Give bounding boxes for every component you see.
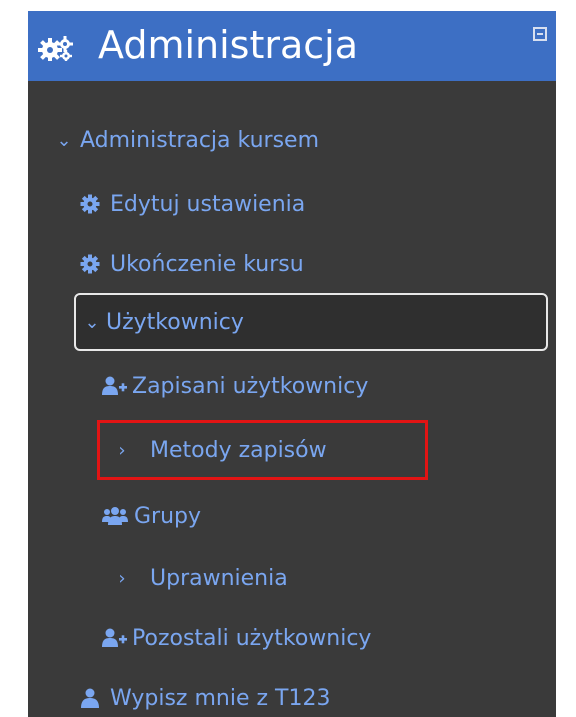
chevron-down-icon: ⌄: [56, 129, 72, 151]
gear-icon: [80, 194, 100, 214]
gear-icon: [80, 254, 100, 274]
nav-course-completion-label: Ukończenie kursu: [110, 251, 304, 277]
users-icon: [102, 507, 128, 525]
nav-edit-settings-label: Edytuj ustawienia: [110, 191, 306, 217]
nav-course-completion[interactable]: Ukończenie kursu: [80, 249, 304, 279]
user-plus-icon: [102, 628, 127, 647]
nav-enrolment-methods-label: Metody zapisów: [150, 437, 327, 463]
block-header: Administracja: [28, 11, 556, 81]
chevron-down-icon: ⌄: [84, 311, 100, 333]
nav-enrolled-users[interactable]: Zapisani użytkownicy: [102, 371, 368, 401]
administration-block: Administracja ⌄ Administracja kursem Edy…: [28, 11, 556, 717]
chevron-right-icon: ›: [118, 439, 126, 461]
nav-other-users-label: Pozostali użytkownicy: [132, 625, 372, 651]
nav-users[interactable]: ⌄ Użytkownicy: [82, 307, 244, 337]
nav-enrolment-methods[interactable]: › Metody zapisów: [112, 435, 327, 465]
nav-other-users[interactable]: Pozostali użytkownicy: [102, 623, 371, 653]
collapse-icon[interactable]: [533, 27, 547, 41]
gears-icon: [38, 36, 73, 61]
chevron-right-icon: ›: [118, 567, 126, 589]
nav-unenrol-label: Wypisz mnie z T123: [110, 685, 331, 711]
nav-course-administration-label: Administracja kursem: [80, 127, 320, 153]
nav-groups[interactable]: Grupy: [102, 501, 201, 531]
nav-groups-label: Grupy: [134, 503, 202, 529]
user-icon: [81, 688, 99, 708]
nav-course-administration[interactable]: ⌄ Administracja kursem: [54, 125, 319, 155]
nav-enrolled-users-label: Zapisani użytkownicy: [132, 373, 369, 399]
nav-edit-settings[interactable]: Edytuj ustawienia: [80, 189, 305, 219]
nav-permissions-label: Uprawnienia: [150, 565, 288, 591]
nav-permissions[interactable]: › Uprawnienia: [112, 563, 288, 593]
block-title: Administracja: [98, 23, 359, 67]
nav-unenrol[interactable]: Wypisz mnie z T123: [80, 683, 330, 713]
nav-users-label: Użytkownicy: [106, 309, 244, 335]
user-plus-icon: [102, 376, 127, 395]
